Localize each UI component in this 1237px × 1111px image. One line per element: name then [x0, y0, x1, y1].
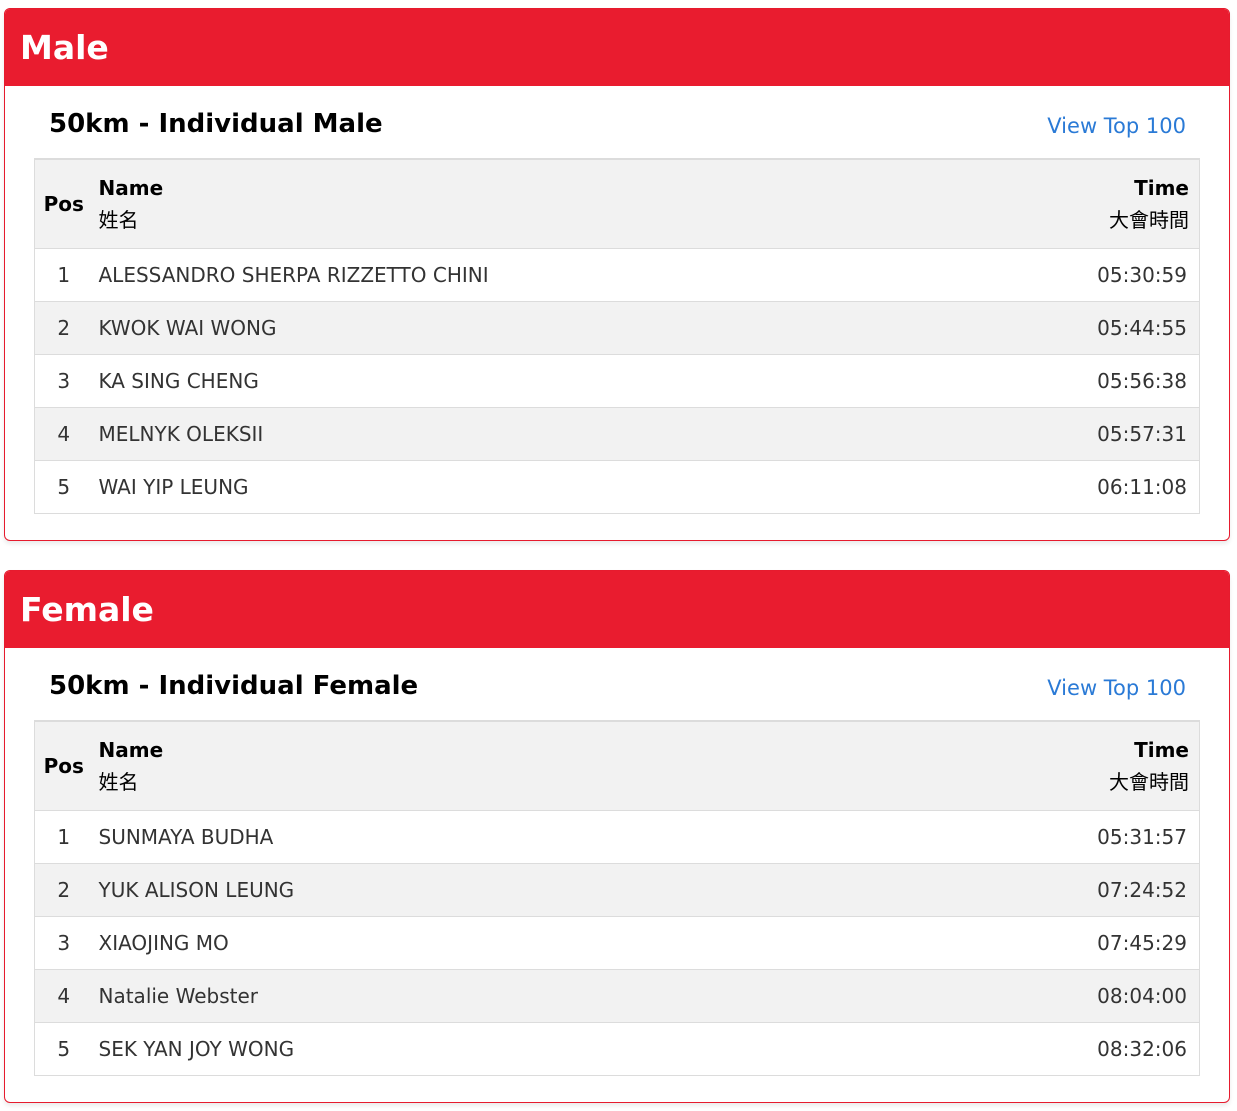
row-name: Natalie Webster — [90, 969, 829, 1023]
column-header-time-label: Time — [1134, 737, 1189, 762]
male-results-panel: Male 50km - Individual Male View Top 100… — [4, 8, 1230, 541]
table-row: 5 SEK YAN JOY WONG 08:32:06 — [34, 1022, 1200, 1076]
row-time: 05:31:57 — [828, 810, 1200, 864]
view-top-100-female-link[interactable]: View Top 100 — [1047, 674, 1186, 702]
row-name: MELNYK OLEKSII — [90, 407, 973, 461]
column-header-pos: Pos — [34, 720, 91, 811]
row-name: SUNMAYA BUDHA — [90, 810, 829, 864]
row-pos: 5 — [34, 1022, 91, 1076]
column-header-name-label: Name — [98, 175, 164, 200]
event-title-female: 50km - Individual Female — [49, 671, 419, 701]
row-name: SEK YAN JOY WONG — [90, 1022, 829, 1076]
column-header-time-sub: 大會時間 — [1109, 769, 1189, 794]
event-header-male: 50km - Individual Male View Top 100 — [5, 86, 1229, 158]
row-time: 08:04:00 — [828, 969, 1200, 1023]
column-header-time: Time 大會時間 — [972, 158, 1200, 249]
female-results-panel: Female 50km - Individual Female View Top… — [4, 570, 1230, 1103]
column-header-name: Name 姓名 — [90, 158, 973, 249]
row-name: YUK ALISON LEUNG — [90, 863, 829, 917]
panel-header-female: Female — [5, 571, 1229, 648]
table-row: 4 MELNYK OLEKSII 05:57:31 — [34, 407, 1200, 461]
column-header-time: Time 大會時間 — [828, 720, 1200, 811]
table-header-row: Pos Name 姓名 Time 大會時間 — [34, 158, 1200, 249]
row-pos: 2 — [34, 301, 91, 355]
row-time: 05:44:55 — [972, 301, 1200, 355]
table-row: 3 XIAOJING MO 07:45:29 — [34, 916, 1200, 970]
row-name: ALESSANDRO SHERPA RIZZETTO CHINI — [90, 248, 973, 302]
column-header-name: Name 姓名 — [90, 720, 829, 811]
row-time: 05:30:59 — [972, 248, 1200, 302]
row-name: KWOK WAI WONG — [90, 301, 973, 355]
row-time: 07:45:29 — [828, 916, 1200, 970]
table-header-row: Pos Name 姓名 Time 大會時間 — [34, 720, 1200, 811]
event-title-male: 50km - Individual Male — [49, 109, 383, 139]
table-row: 5 WAI YIP LEUNG 06:11:08 — [34, 460, 1200, 514]
results-table-female: Pos Name 姓名 Time 大會時間 1 SUNMAYA BUDHA 05… — [34, 720, 1200, 1076]
table-row: 3 KA SING CHENG 05:56:38 — [34, 354, 1200, 408]
row-pos: 1 — [34, 810, 91, 864]
column-header-name-label: Name — [98, 737, 164, 762]
row-pos: 1 — [34, 248, 91, 302]
row-time: 05:56:38 — [972, 354, 1200, 408]
column-header-pos: Pos — [34, 158, 91, 249]
row-time: 06:11:08 — [972, 460, 1200, 514]
row-pos: 4 — [34, 969, 91, 1023]
row-time: 08:32:06 — [828, 1022, 1200, 1076]
row-pos: 3 — [34, 916, 91, 970]
column-header-time-label: Time — [1134, 175, 1189, 200]
column-header-time-sub: 大會時間 — [1109, 207, 1189, 232]
table-row: 2 YUK ALISON LEUNG 07:24:52 — [34, 863, 1200, 917]
row-name: KA SING CHENG — [90, 354, 973, 408]
row-name: XIAOJING MO — [90, 916, 829, 970]
row-time: 05:57:31 — [972, 407, 1200, 461]
row-pos: 2 — [34, 863, 91, 917]
table-row: 1 SUNMAYA BUDHA 05:31:57 — [34, 810, 1200, 864]
table-row: 2 KWOK WAI WONG 05:44:55 — [34, 301, 1200, 355]
column-header-name-sub: 姓名 — [98, 207, 139, 232]
row-name: WAI YIP LEUNG — [90, 460, 973, 514]
view-top-100-male-link[interactable]: View Top 100 — [1047, 112, 1186, 140]
results-table-male: Pos Name 姓名 Time 大會時間 1 ALESSANDRO SHERP… — [34, 158, 1200, 514]
table-row: 1 ALESSANDRO SHERPA RIZZETTO CHINI 05:30… — [34, 248, 1200, 302]
row-time: 07:24:52 — [828, 863, 1200, 917]
row-pos: 4 — [34, 407, 91, 461]
row-pos: 3 — [34, 354, 91, 408]
panel-header-male: Male — [5, 9, 1229, 86]
column-header-name-sub: 姓名 — [98, 769, 139, 794]
event-header-female: 50km - Individual Female View Top 100 — [5, 648, 1229, 720]
row-pos: 5 — [34, 460, 91, 514]
table-row: 4 Natalie Webster 08:04:00 — [34, 969, 1200, 1023]
